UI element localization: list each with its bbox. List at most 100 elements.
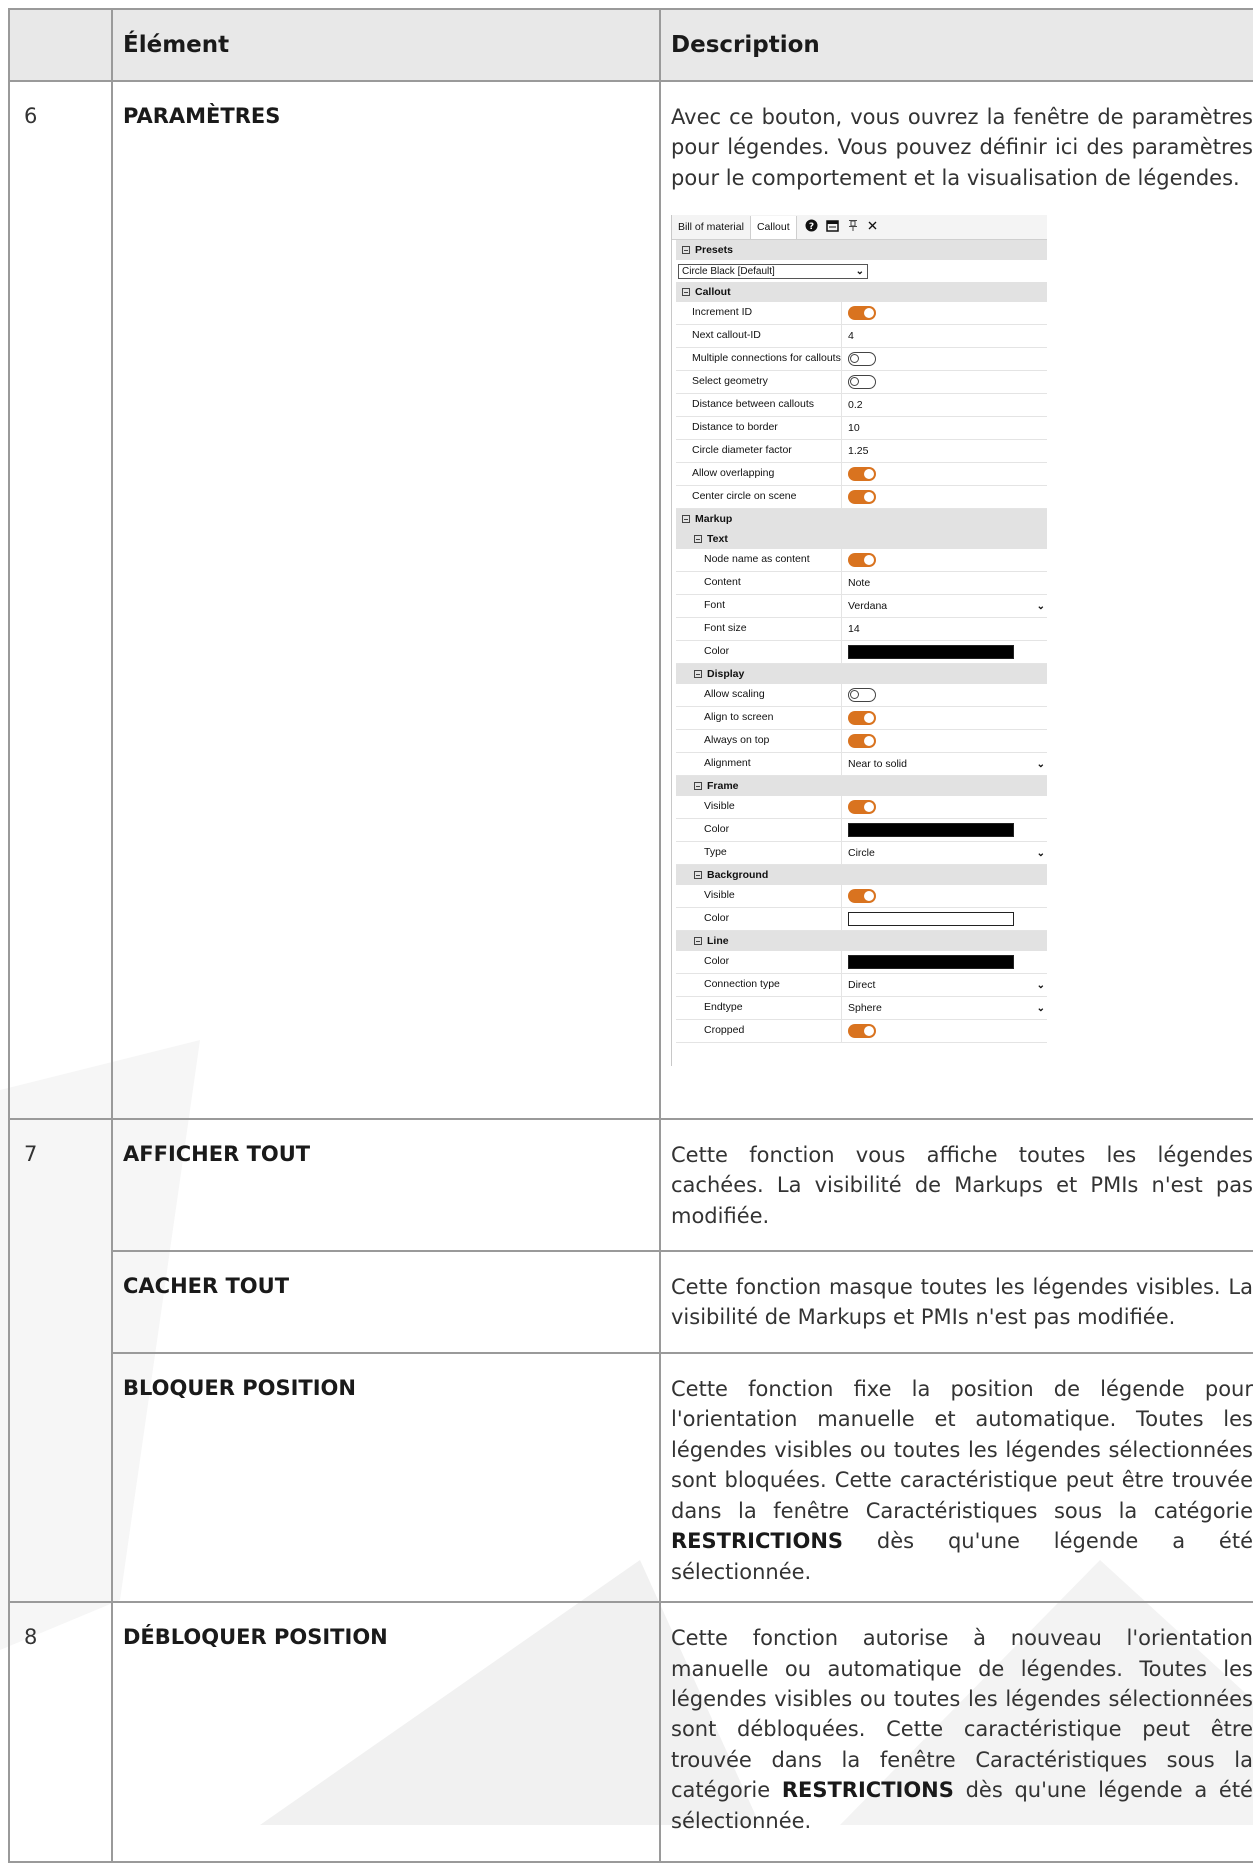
- toggle-switch[interactable]: [848, 306, 876, 321]
- property-label: Content: [676, 572, 842, 595]
- property-value[interactable]: [842, 1020, 1047, 1042]
- property-value[interactable]: [842, 885, 1047, 907]
- group-text[interactable]: Text: [676, 529, 1047, 550]
- property-value[interactable]: 4: [842, 325, 1047, 347]
- toggle-switch[interactable]: [848, 711, 876, 726]
- property-value[interactable]: [842, 796, 1047, 818]
- property-value[interactable]: Verdana ⌄: [842, 595, 1047, 617]
- property-value[interactable]: Circle ⌄: [842, 842, 1047, 864]
- row-number: 7: [8, 1117, 113, 1604]
- collapse-icon[interactable]: [682, 288, 690, 297]
- toggle-switch[interactable]: [848, 490, 876, 505]
- group-line[interactable]: Line: [676, 931, 1047, 952]
- tab-bill-of-material[interactable]: Bill of material: [672, 215, 751, 239]
- window-icon[interactable]: [825, 219, 839, 235]
- toggle-switch[interactable]: [848, 889, 876, 904]
- value-text[interactable]: 0.2: [848, 399, 863, 411]
- select-value[interactable]: Circle: [848, 847, 875, 859]
- close-icon[interactable]: [867, 220, 878, 234]
- pin-icon[interactable]: [847, 219, 859, 235]
- property-value[interactable]: [842, 371, 1047, 393]
- property-value[interactable]: [842, 549, 1047, 571]
- value-text[interactable]: 4: [848, 330, 854, 342]
- presets-select[interactable]: Circle Black [Default] ⌄: [678, 263, 868, 279]
- property-value[interactable]: 1.25: [842, 440, 1047, 462]
- group-background[interactable]: Background: [676, 865, 1047, 886]
- collapse-icon[interactable]: [682, 515, 690, 524]
- property-value[interactable]: [842, 951, 1047, 973]
- color-swatch[interactable]: [848, 823, 1014, 838]
- property-label: Circle diameter factor: [676, 440, 842, 463]
- value-text[interactable]: 1.25: [848, 445, 868, 457]
- element-description-cell: Cette fonction autorise à nouveau l'orie…: [659, 1601, 1253, 1863]
- color-swatch[interactable]: [848, 912, 1014, 927]
- collapse-icon[interactable]: [694, 871, 702, 880]
- toggle-switch[interactable]: [848, 553, 876, 568]
- property-value[interactable]: [842, 908, 1047, 930]
- group-callout[interactable]: Callout: [676, 282, 1047, 303]
- toggle-switch[interactable]: [848, 688, 876, 703]
- property-value[interactable]: Direct ⌄: [842, 974, 1047, 996]
- toggle-switch[interactable]: [848, 375, 876, 390]
- select-value[interactable]: Sphere: [848, 1002, 882, 1014]
- property-value[interactable]: [842, 486, 1047, 508]
- collapse-icon[interactable]: [682, 246, 690, 255]
- group-markup[interactable]: Markup: [676, 509, 1047, 530]
- toggle-switch[interactable]: [848, 800, 876, 815]
- collapse-icon[interactable]: [694, 670, 702, 679]
- property-value[interactable]: Near to solid ⌄: [842, 753, 1047, 775]
- property-value[interactable]: [842, 641, 1047, 663]
- property-row-allow-overlapping: Allow overlapping: [676, 463, 1047, 487]
- group-presets[interactable]: Presets: [676, 240, 1047, 261]
- select-value[interactable]: Direct: [848, 979, 875, 991]
- property-value[interactable]: [842, 463, 1047, 485]
- value-text[interactable]: Note: [848, 577, 870, 589]
- property-value[interactable]: [842, 302, 1047, 324]
- property-value[interactable]: 10: [842, 417, 1047, 439]
- property-value[interactable]: Sphere ⌄: [842, 997, 1047, 1019]
- property-label: Align to screen: [676, 707, 842, 730]
- collapse-icon[interactable]: [694, 937, 702, 946]
- select-value[interactable]: Verdana: [848, 600, 887, 612]
- help-icon[interactable]: ?: [805, 219, 818, 235]
- value-text[interactable]: 14: [848, 623, 860, 635]
- property-value[interactable]: 0.2: [842, 394, 1047, 416]
- value-text[interactable]: 10: [848, 422, 860, 434]
- chevron-down-icon: ⌄: [855, 265, 864, 277]
- chevron-down-icon: ⌄: [1036, 600, 1045, 612]
- tab-callout[interactable]: Callout: [750, 215, 797, 239]
- property-label: Connection type: [676, 974, 842, 997]
- property-label: Visible: [676, 796, 842, 819]
- collapse-icon[interactable]: [694, 535, 702, 544]
- property-value[interactable]: Note: [842, 572, 1047, 594]
- property-label: Alignment: [676, 753, 842, 776]
- row-number: 8: [8, 1601, 113, 1863]
- property-row-alignment: Alignment Near to solid ⌄: [676, 753, 1047, 777]
- property-value[interactable]: [842, 684, 1047, 706]
- property-label: Multiple connections for callouts: [676, 348, 842, 371]
- header-number: [8, 8, 113, 82]
- property-value[interactable]: 14: [842, 618, 1047, 640]
- toggle-switch[interactable]: [848, 352, 876, 367]
- callout-rows: Increment ID Next callout-ID 4 Multiple con…: [676, 302, 1047, 510]
- select-value[interactable]: Near to solid: [848, 758, 907, 770]
- property-value[interactable]: [842, 819, 1047, 841]
- property-value[interactable]: [842, 730, 1047, 752]
- group-frame[interactable]: Frame: [676, 776, 1047, 797]
- chevron-down-icon: ⌄: [1036, 1002, 1045, 1014]
- toggle-switch[interactable]: [848, 1024, 876, 1039]
- property-value[interactable]: [842, 348, 1047, 370]
- property-label: Color: [676, 908, 842, 931]
- property-value[interactable]: [842, 707, 1047, 729]
- header-description: Description: [659, 8, 1253, 82]
- toggle-switch[interactable]: [848, 734, 876, 749]
- group-display[interactable]: Display: [676, 664, 1047, 685]
- description-text: Cette fonction autorise à nouveau l'orie…: [671, 1626, 1253, 1803]
- color-swatch[interactable]: [848, 955, 1014, 970]
- color-swatch[interactable]: [848, 645, 1014, 660]
- property-label: Select geometry: [676, 371, 842, 394]
- property-label: Font size: [676, 618, 842, 641]
- toggle-switch[interactable]: [848, 467, 876, 482]
- property-row-visible: Visible: [676, 796, 1047, 820]
- collapse-icon[interactable]: [694, 782, 702, 791]
